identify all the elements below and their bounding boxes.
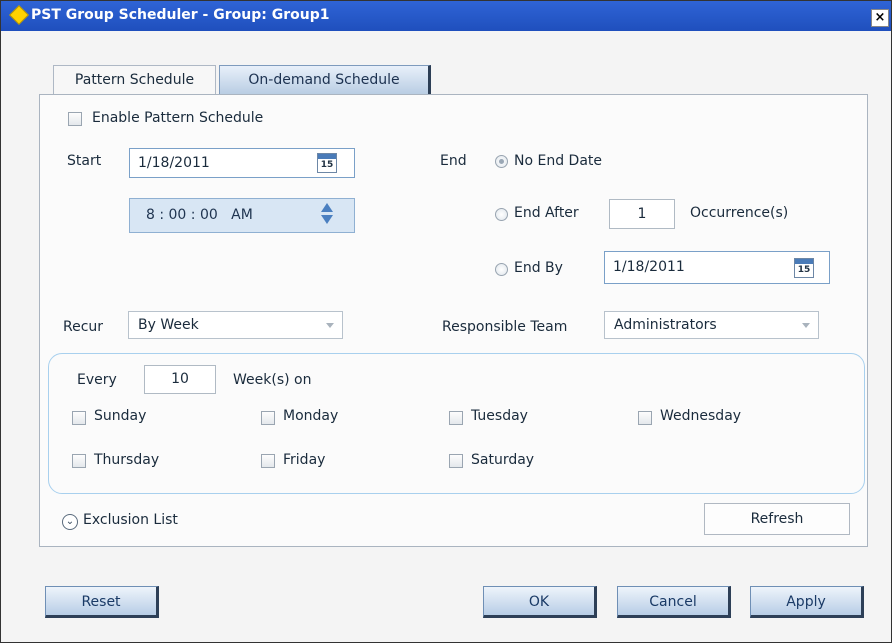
start-calendar-icon[interactable]: 15 [317, 153, 337, 173]
title-bar: PST Group Scheduler - Group: Group1 × [1, 1, 891, 31]
start-label: Start [67, 153, 102, 169]
responsible-team-label: Responsible Team [442, 319, 568, 335]
every-label: Every [77, 372, 117, 388]
recur-label: Recur [63, 319, 104, 335]
exclusion-list-label[interactable]: Exclusion List [83, 512, 178, 528]
saturday-label: Saturday [471, 452, 535, 468]
reset-button[interactable]: Reset [45, 586, 159, 618]
occurrences-label: Occurrence(s) [690, 205, 789, 221]
calendar-day-number: 15 [797, 265, 811, 275]
close-button[interactable]: × [871, 9, 889, 27]
occurrences-input[interactable]: 1 [609, 199, 675, 229]
window-title: PST Group Scheduler - Group: Group1 [31, 7, 330, 23]
cancel-button[interactable]: Cancel [617, 586, 731, 618]
tuesday-label: Tuesday [471, 408, 528, 424]
responsible-team-value: Administrators [614, 317, 717, 333]
end-after-radio[interactable] [495, 208, 508, 221]
monday-label: Monday [283, 408, 339, 424]
thursday-label: Thursday [94, 452, 160, 468]
responsible-team-select[interactable]: Administrators [604, 311, 819, 339]
time-spinner-icon[interactable] [321, 203, 333, 225]
start-time-value: 8 : 00 : 00 AM [146, 207, 253, 223]
thursday-checkbox[interactable] [72, 454, 86, 468]
team-dropdown-arrow-icon [802, 323, 810, 328]
exclusion-expand-icon[interactable]: ⌄ [62, 514, 78, 530]
wednesday-checkbox[interactable] [638, 411, 652, 425]
every-weeks-input[interactable]: 10 [144, 365, 216, 394]
end-by-date-value: 1/18/2011 [613, 259, 685, 275]
start-date-value: 1/18/2011 [138, 155, 210, 171]
sunday-label: Sunday [94, 408, 147, 424]
refresh-button[interactable]: Refresh [704, 503, 850, 535]
recur-select[interactable]: By Week [128, 311, 343, 339]
wednesday-label: Wednesday [660, 408, 742, 424]
enable-pattern-label: Enable Pattern Schedule [92, 110, 264, 126]
friday-label: Friday [283, 452, 326, 468]
end-by-radio[interactable] [495, 263, 508, 276]
end-by-calendar-icon[interactable]: 15 [794, 258, 814, 278]
end-after-label: End After [514, 205, 579, 221]
every-weeks-value: 10 [171, 371, 189, 387]
no-end-date-radio[interactable] [495, 155, 508, 168]
recur-dropdown-arrow-icon [326, 323, 334, 328]
recur-value: By Week [138, 317, 199, 333]
weeks-on-label: Week(s) on [233, 372, 312, 388]
calendar-day-number: 15 [320, 160, 334, 170]
end-label: End [440, 153, 467, 169]
ok-button[interactable]: OK [483, 586, 597, 618]
app-icon [9, 5, 29, 25]
tab-pattern-schedule[interactable]: Pattern Schedule [53, 65, 216, 95]
tuesday-checkbox[interactable] [449, 411, 463, 425]
enable-pattern-checkbox[interactable] [68, 112, 82, 126]
sunday-checkbox[interactable] [72, 411, 86, 425]
end-by-label: End By [514, 260, 563, 276]
occurrences-value: 1 [637, 206, 647, 222]
saturday-checkbox[interactable] [449, 454, 463, 468]
no-end-date-label: No End Date [514, 153, 603, 169]
monday-checkbox[interactable] [261, 411, 275, 425]
tab-on-demand-schedule[interactable]: On-demand Schedule [219, 65, 431, 95]
apply-button[interactable]: Apply [750, 586, 864, 618]
friday-checkbox[interactable] [261, 454, 275, 468]
scheduler-window: PST Group Scheduler - Group: Group1 × Pa… [0, 0, 892, 643]
